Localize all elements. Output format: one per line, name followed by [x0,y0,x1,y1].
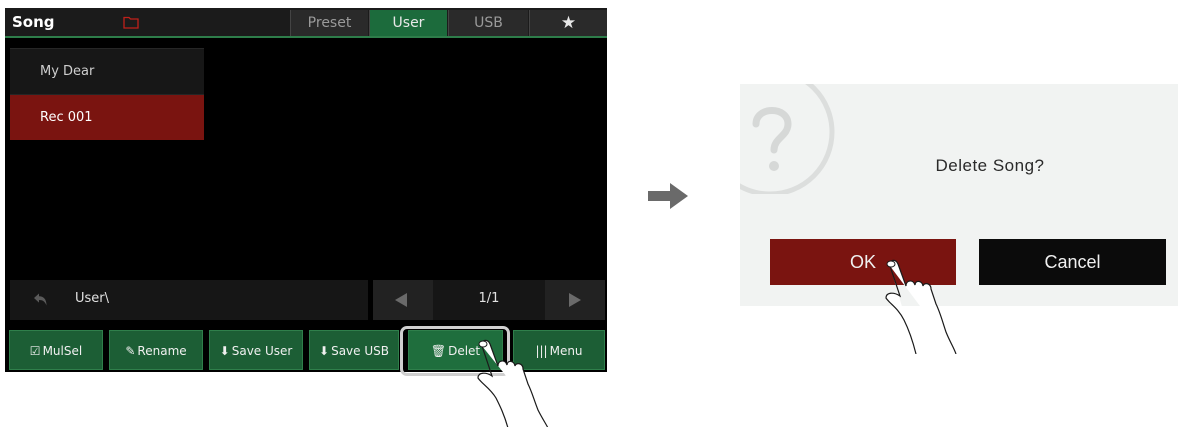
prev-page-button[interactable] [373,280,433,320]
list-item-rec-001[interactable]: Rec 001 [10,94,204,140]
arrow-right-icon [648,183,688,209]
tab-preset[interactable]: Preset [290,10,368,36]
mulsel-label: MulSel [42,344,83,358]
tab-usb[interactable]: USB [448,10,528,36]
hand-pointer-icon [885,259,957,354]
hand-pointer-icon [477,339,549,427]
save-usb-button[interactable]: ⬇ Save USB [309,330,399,370]
rename-label: Rename [137,344,187,358]
song-screen: Song Preset User USB ★ My Dear Rec 001 U… [5,8,607,372]
tab-user[interactable]: User [369,10,447,36]
tab-favorites-star-icon[interactable]: ★ [529,10,607,36]
save-user-button[interactable]: ⬇ Save User [209,330,303,370]
path-bar: User\ [10,280,368,320]
save-usb-label: Save USB [331,344,389,358]
triangle-right-icon [569,293,581,307]
pager: 1/1 [373,280,605,320]
back-arrow-icon[interactable] [32,292,48,308]
mulsel-button[interactable]: ☑ MulSel [9,330,103,370]
dialog-message: Delete Song? [935,156,1045,175]
page-indicator: 1/1 [478,291,500,306]
save-icon: ⬇ [219,344,230,358]
rename-icon: ✎ [125,344,136,358]
next-page-button[interactable] [545,280,605,320]
save-user-label: Save User [231,344,293,358]
save-usb-icon: ⬇ [319,344,330,358]
multi-select-icon: ☑ [29,344,41,358]
top-bar: Song Preset User USB ★ [5,8,607,38]
folder-icon[interactable] [123,16,139,29]
cancel-button[interactable]: Cancel [979,239,1166,285]
triangle-left-icon [395,293,407,307]
list-item-my-dear[interactable]: My Dear [10,48,204,94]
song-list: My Dear Rec 001 [10,48,204,140]
rename-button[interactable]: ✎ Rename [109,330,203,370]
path-text: User\ [75,291,110,306]
screen-title: Song [12,13,55,31]
question-mark-icon [740,84,835,194]
